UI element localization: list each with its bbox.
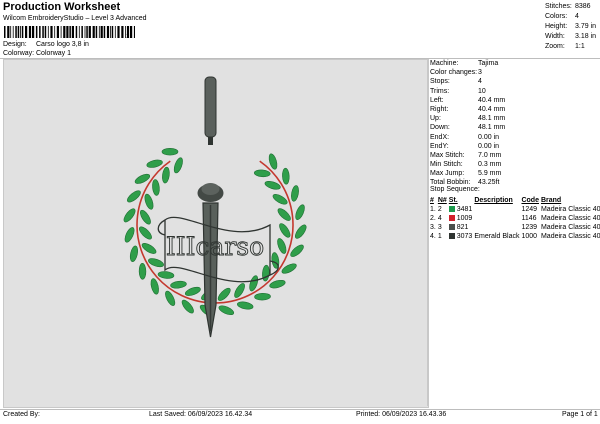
param-max-jump: Max Jump: 5.9 mm (430, 170, 502, 178)
stop-num: 4. (430, 233, 436, 240)
param-trims: Trims: 10 (430, 87, 486, 95)
stop-stitches: 821 (448, 223, 475, 232)
created-by: Created By: (3, 411, 40, 418)
stop-brand: Madeira Classic 40 (540, 224, 600, 231)
banner: IIIcarso (157, 216, 279, 283)
table-row: 1. 2 3481 1249 Madeira Classic 40 (430, 205, 600, 214)
col-code: Code (521, 197, 539, 204)
col-num: # (430, 197, 434, 204)
stop-sequence-table: # N# St. Description Code Brand 1. 2 3481… (430, 196, 600, 241)
colorway-label: Colorway: (3, 50, 35, 57)
page-number: Page 1 of 1 (562, 411, 598, 418)
design-label: Design: (3, 41, 27, 48)
embroidery-design: IIIcarso (123, 76, 307, 338)
stop-code: 1146 (521, 215, 537, 222)
stop-needle: 4 (437, 215, 442, 222)
table-row: 3. 3 821 1239 Madeira Classic 40 (430, 223, 600, 232)
summary-stats: Stitches: 8386 Colors: 4 Height: 3.79 in Wi… (545, 2, 596, 52)
barcode-number: 1 (126, 34, 130, 40)
color-swatch (448, 215, 455, 222)
banner-text: IIIcarso (166, 232, 264, 261)
stat-height: Height: 3.79 in (545, 23, 597, 30)
param-left: Left: 40.4 mm (430, 96, 506, 104)
param-min-stitch: Min Stitch: 0.3 mm (430, 161, 502, 169)
param-max-stitch: Max Stitch: 7.0 mm (430, 151, 502, 159)
color-swatch (448, 224, 455, 231)
table-header-row: # N# St. Description Code Brand (430, 196, 600, 205)
stop-description (474, 223, 521, 232)
param-right: Right: 40.4 mm (430, 105, 506, 113)
param-machine: Machine: Tajima (430, 60, 499, 67)
table-row: 2. 4 1009 1146 Madeira Classic 40 (430, 214, 600, 223)
stop-stitches: 3481 (448, 205, 475, 214)
stop-stitches: 1009 (448, 214, 475, 223)
param-stops: Stops: 4 (430, 78, 482, 86)
stop-stitches: 3073 (448, 232, 475, 241)
col-brand: Brand (540, 197, 562, 204)
design-row: Design: Carso logo 3,8 in (3, 41, 89, 48)
color-swatch (448, 206, 455, 213)
worksheet-title: Production Worksheet (3, 1, 121, 13)
colorway-value: Colorway 1 (36, 50, 72, 57)
stop-num: 2. (430, 215, 436, 222)
color-swatch (448, 233, 455, 240)
panel-divider (427, 59, 428, 406)
design-value: Carso logo 3,8 in (36, 41, 89, 48)
footer-divider (0, 409, 600, 410)
stat-zoom: Zoom: 1:1 (545, 43, 585, 50)
stop-needle: 3 (437, 224, 442, 231)
colorway-row: Colorway: Colorway 1 (3, 50, 71, 57)
col-needle: N# (437, 197, 447, 204)
stat-stitches: Stitches: 8386 (545, 3, 591, 10)
stop-sequence-title: Stop Sequence: (430, 186, 480, 193)
stop-brand: Madeira Classic 40 (540, 233, 600, 240)
stop-needle: 1 (437, 233, 442, 240)
stop-brand: Madeira Classic 40 (540, 215, 600, 222)
stop-num: 3. (430, 224, 436, 231)
stop-description: Emerald Black (474, 233, 520, 240)
param-endy: EndY: 0.00 in (430, 142, 500, 150)
col-stitches: St. (448, 197, 458, 204)
machine-params: Machine: Tajima Color changes:3 Stops: 4 T… (430, 59, 505, 188)
stat-width: Width: 3.18 in (545, 33, 597, 40)
barcode (4, 26, 135, 38)
param-up: Up: 48.1 mm (430, 115, 506, 123)
printed-date: Printed: 06/09/2023 16.43.36 (356, 411, 447, 418)
stat-colors: Colors: 4 (545, 13, 579, 20)
table-row: 4. 1 3073 Emerald Black 1000 Madeira Classic… (430, 232, 600, 241)
param-down: Down: 48.1 mm (430, 124, 506, 132)
param-endx: EndX: 0.00 in (430, 133, 500, 141)
software-name: Wilcom EmbroideryStudio – Level 3 Advanc… (3, 15, 147, 22)
last-saved: Last Saved: 06/09/2023 16.42.34 (149, 411, 253, 418)
stop-description (474, 205, 521, 214)
stop-code: 1249 (521, 206, 538, 213)
stop-description (474, 214, 521, 223)
col-description: Description (474, 197, 513, 204)
stop-code: 1000 (521, 233, 538, 240)
param-color-changes: Color changes:3 (430, 69, 482, 77)
stop-brand: Madeira Classic 40 (540, 206, 600, 213)
stop-needle: 2 (437, 206, 442, 213)
stop-code: 1239 (521, 224, 538, 231)
stop-num: 1. (430, 206, 436, 213)
